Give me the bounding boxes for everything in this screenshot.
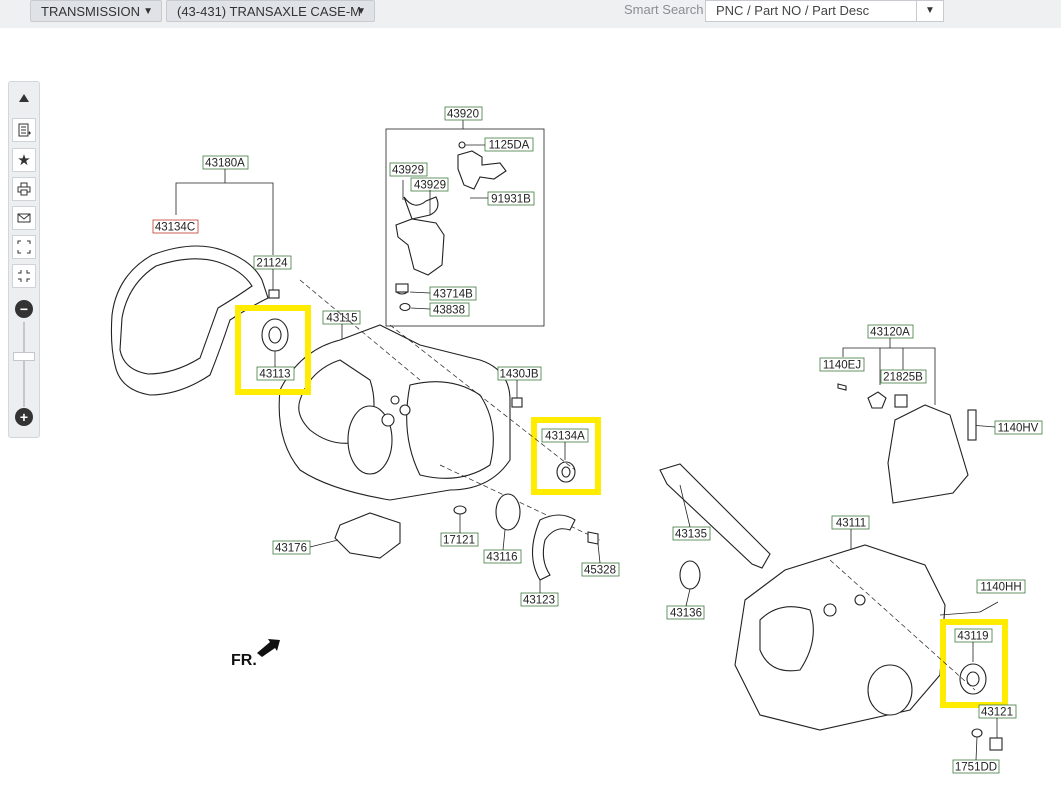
label-43120A[interactable]: 43120A — [867, 324, 914, 339]
group-dropdown-label: (43-431) TRANSAXLE CASE-M — [177, 4, 361, 19]
top-bar: TRANSMISSION ▼ (43-431) TRANSAXLE CASE-M… — [0, 0, 1061, 28]
front-arrow-icon — [257, 639, 280, 657]
category-dropdown[interactable]: TRANSMISSION ▼ — [30, 0, 162, 22]
svg-text:1140EJ: 1140EJ — [823, 360, 861, 372]
category-dropdown-label: TRANSMISSION — [41, 4, 140, 19]
group-dropdown[interactable]: (43-431) TRANSAXLE CASE-M ▼ — [166, 0, 375, 22]
svg-text:43134C: 43134C — [155, 222, 195, 234]
label-43123[interactable]: 43123 — [520, 592, 559, 607]
svg-text:1140HH: 1140HH — [980, 582, 1021, 594]
label-17121[interactable]: 17121 — [440, 532, 479, 547]
svg-text:43838: 43838 — [433, 305, 465, 317]
label-43113[interactable]: 43113 — [256, 366, 295, 381]
svg-text:43111: 43111 — [836, 518, 866, 530]
svg-text:1430JB: 1430JB — [499, 369, 538, 381]
svg-text:43134A: 43134A — [545, 431, 585, 443]
label-43116[interactable]: 43116 — [483, 549, 522, 564]
svg-text:91931B: 91931B — [491, 194, 531, 206]
bracket-43123 — [532, 514, 576, 581]
svg-text:43113: 43113 — [259, 369, 290, 381]
smart-search-placeholder: PNC / Part NO / Part Desc — [716, 3, 870, 18]
label-43136[interactable]: 43136 — [666, 605, 705, 620]
svg-text:43929: 43929 — [392, 165, 424, 177]
svg-text:1125DA: 1125DA — [489, 140, 530, 152]
label-45328[interactable]: 45328 — [581, 562, 620, 577]
label-43121[interactable]: 43121 — [978, 704, 1017, 719]
front-direction-label: FR. — [231, 652, 257, 669]
smart-search-input[interactable]: PNC / Part NO / Part Desc ▼ — [705, 0, 944, 22]
svg-text:43714B: 43714B — [433, 289, 473, 301]
washer-43116 — [495, 493, 521, 531]
svg-text:43136: 43136 — [670, 608, 702, 620]
label-1140HH[interactable]: 1140HH — [976, 579, 1026, 594]
label-43134C[interactable]: 43134C — [152, 219, 199, 234]
chevron-down-icon[interactable]: ▼ — [916, 1, 943, 21]
svg-text:43135: 43135 — [675, 529, 707, 541]
washer-43136 — [679, 560, 701, 590]
chevron-down-icon: ▼ — [143, 6, 153, 17]
label-91931B[interactable]: 91931B — [487, 191, 535, 206]
label-43176[interactable]: 43176 — [272, 540, 311, 555]
label-43115[interactable]: 43115 — [322, 310, 361, 325]
svg-text:21825B: 21825B — [883, 372, 923, 384]
shift-rail-part — [457, 150, 507, 190]
label-1125DA[interactable]: 1125DA — [484, 137, 534, 152]
svg-text:21124: 21124 — [256, 258, 288, 270]
chevron-down-icon: ▼ — [356, 6, 366, 17]
svg-text:43123: 43123 — [523, 595, 555, 607]
label-1140EJ[interactable]: 1140EJ — [819, 357, 865, 372]
svg-text:43119: 43119 — [957, 631, 988, 643]
svg-text:43120A: 43120A — [870, 327, 910, 339]
label-43119[interactable]: 43119 — [954, 628, 993, 643]
svg-text:1140HV: 1140HV — [998, 423, 1039, 435]
svg-text:45328: 45328 — [584, 565, 616, 577]
exploded-parts-diagram[interactable]: 43920 1125DA 43929 43929 91931B 43714B 4… — [0, 28, 1061, 789]
label-43929-a[interactable]: 43929 — [389, 162, 428, 177]
label-43180A[interactable]: 43180A — [202, 155, 249, 170]
label-43134A[interactable]: 43134A — [541, 428, 589, 443]
svg-text:17121: 17121 — [443, 535, 475, 547]
svg-text:43116: 43116 — [486, 552, 517, 564]
svg-text:1751DD: 1751DD — [955, 762, 997, 774]
smart-search-label: Smart Search — [624, 2, 704, 17]
label-43920[interactable]: 43920 — [444, 106, 483, 121]
svg-text:43121: 43121 — [981, 707, 1013, 719]
label-21124[interactable]: 21124 — [253, 255, 292, 270]
shift-fork-bracket — [395, 218, 445, 276]
label-1751DD[interactable]: 1751DD — [952, 759, 1000, 774]
label-1140HV[interactable]: 1140HV — [994, 420, 1043, 435]
label-1430JB[interactable]: 1430JB — [497, 366, 542, 381]
label-43111[interactable]: 43111 — [831, 515, 870, 530]
label-43838[interactable]: 43838 — [429, 302, 470, 317]
label-43135[interactable]: 43135 — [672, 526, 711, 541]
label-43929-b[interactable]: 43929 — [410, 177, 449, 192]
svg-text:43115: 43115 — [326, 313, 357, 325]
svg-text:43920: 43920 — [447, 109, 479, 121]
label-21825B[interactable]: 21825B — [880, 369, 927, 384]
mount-bracket-43176 — [334, 512, 401, 559]
mount-bracket-43120A — [887, 404, 969, 504]
svg-text:43176: 43176 — [275, 543, 307, 555]
label-43714B[interactable]: 43714B — [429, 286, 477, 301]
svg-text:43929: 43929 — [414, 180, 446, 192]
guide-43135 — [659, 463, 771, 569]
svg-text:43180A: 43180A — [205, 158, 245, 170]
